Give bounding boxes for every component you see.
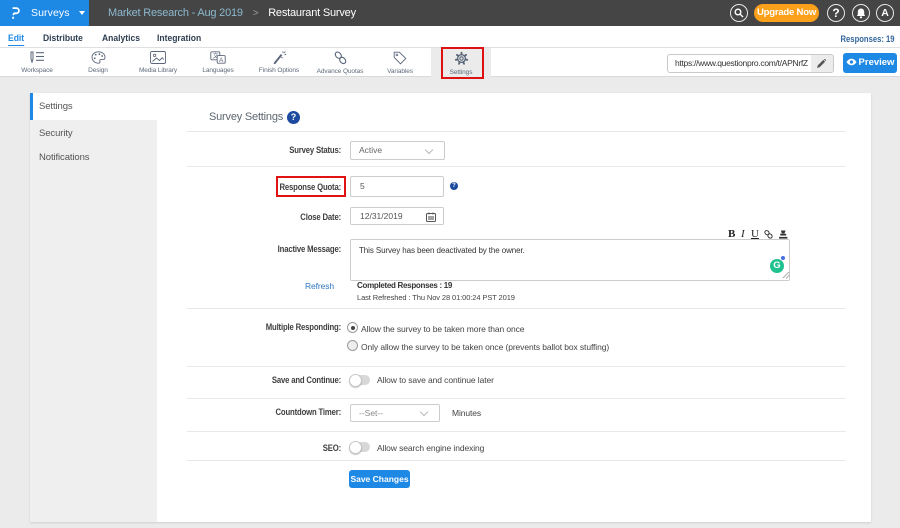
svg-text:A: A xyxy=(219,57,224,64)
